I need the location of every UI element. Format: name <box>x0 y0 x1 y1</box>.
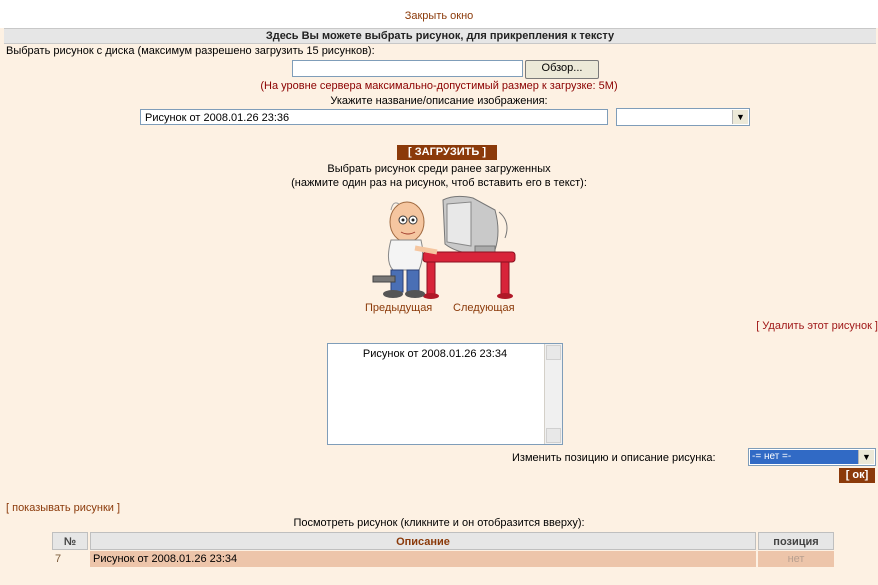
description-select[interactable]: ▼ <box>616 108 750 126</box>
choose-previous-label: Выбрать рисунок среди ранее загруженных <box>327 163 551 175</box>
show-pictures-link[interactable]: [ показывать рисунки ] <box>6 502 120 514</box>
page-title: Здесь Вы можете выбрать рисунок, для при… <box>4 28 876 44</box>
images-listbox[interactable]: Рисунок от 2008.01.26 23:34 <box>327 343 563 445</box>
header-position: позиция <box>758 532 834 550</box>
row-num: 7 <box>55 553 62 565</box>
previous-image-link[interactable]: Предыдущая <box>365 302 432 314</box>
upload-instruction: Выбрать рисунок с диска (максимум разреш… <box>6 45 375 57</box>
table-row[interactable]: 7 Рисунок от 2008.01.26 23:34 нет <box>0 551 834 567</box>
position-select-value: -= нет =- <box>750 450 858 464</box>
ok-button[interactable]: [ ок] <box>839 468 875 483</box>
computer-user-clipart[interactable] <box>355 192 525 302</box>
row-description[interactable]: Рисунок от 2008.01.26 23:34 <box>90 551 756 567</box>
description-label: Укажите название/описание изображения: <box>330 95 548 107</box>
chevron-down-icon: ▼ <box>858 450 874 464</box>
list-item[interactable]: Рисунок от 2008.01.26 23:34 <box>328 348 542 360</box>
scroll-down-button[interactable] <box>546 428 561 443</box>
table-header-row: № Описание позиция <box>52 532 834 550</box>
header-num: № <box>52 532 88 550</box>
scroll-up-button[interactable] <box>546 345 561 360</box>
chevron-down-icon: ▼ <box>732 110 748 124</box>
browse-button[interactable]: Обзор... <box>525 60 599 79</box>
upload-button[interactable]: [ ЗАГРУЗИТЬ ] <box>397 145 497 160</box>
position-select[interactable]: -= нет =- ▼ <box>748 448 876 466</box>
close-window-link[interactable]: Закрыть окно <box>0 10 878 22</box>
server-size-note: (На уровне сервера максимально-допустимы… <box>260 80 618 92</box>
listbox-scrollbar[interactable] <box>544 344 562 444</box>
change-position-label: Изменить позицию и описание рисунка: <box>512 452 716 464</box>
choose-hint: (нажмите один раз на рисунок, чтоб встав… <box>291 177 587 189</box>
view-picture-label: Посмотреть рисунок (кликните и он отобра… <box>293 517 585 529</box>
file-path-input[interactable] <box>292 60 523 77</box>
header-description: Описание <box>90 532 756 550</box>
description-input[interactable]: Рисунок от 2008.01.26 23:36 <box>140 109 608 125</box>
row-position: нет <box>758 551 834 567</box>
next-image-link[interactable]: Следующая <box>453 302 515 314</box>
delete-image-link[interactable]: [ Удалить этот рисунок ] <box>756 320 878 332</box>
